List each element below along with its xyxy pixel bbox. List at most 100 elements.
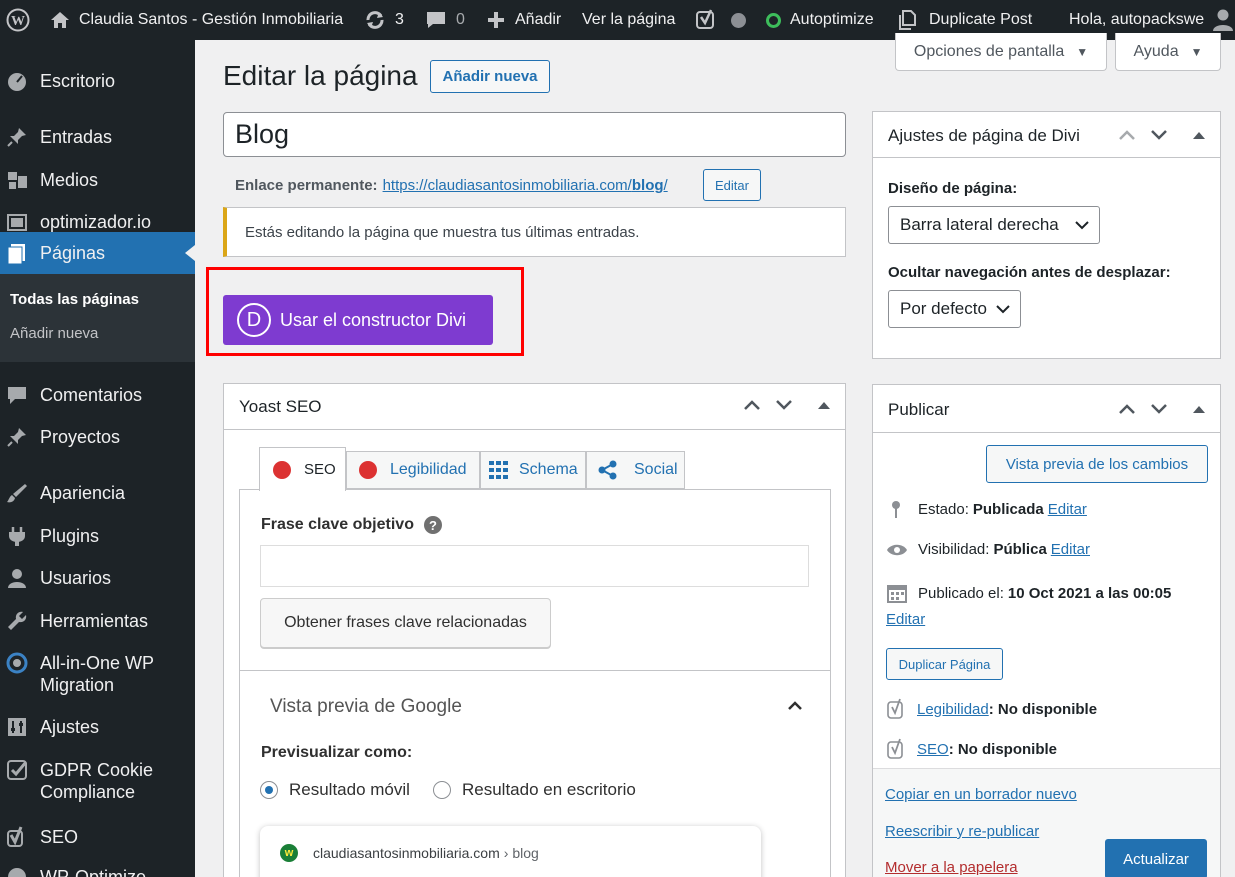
- site-favicon-icon: w: [280, 844, 298, 862]
- copy-to-draft-link[interactable]: Copiar en un borrador nuevo: [885, 786, 1077, 803]
- wrench-icon: [8, 611, 27, 630]
- edit-permalink-button[interactable]: Editar: [703, 169, 761, 201]
- help-icon[interactable]: ?: [423, 516, 442, 534]
- snippet-url-row: w claudiasantosinmobiliaria.com › blog: [280, 844, 539, 862]
- view-page-link[interactable]: Ver la página: [582, 0, 675, 40]
- sidebar-item-herramientas[interactable]: Herramientas: [0, 610, 195, 632]
- page-layout-select[interactable]: Barra lateral derecha: [888, 206, 1100, 244]
- sidebar-item-seo[interactable]: SEO: [0, 826, 195, 848]
- sidebar-item-gdpr-cookie-compliance[interactable]: GDPR Cookie Compliance: [0, 759, 195, 803]
- desktop-result-label: Resultado en escritorio: [462, 780, 636, 799]
- sidebar-item-wp-optimize[interactable]: WP-Optimize: [0, 866, 195, 877]
- new-content-link[interactable]: Añadir: [487, 0, 561, 40]
- move-down-icon[interactable]: [775, 399, 793, 411]
- publish-box-title: Publicar: [888, 400, 950, 419]
- sidebar-item-escritorio[interactable]: Escritorio: [0, 70, 195, 92]
- move-up-icon[interactable]: [1118, 403, 1136, 415]
- sidebar-item-optimizador-io[interactable]: optimizador.io: [0, 211, 195, 233]
- tab-schema-label: Schema: [519, 461, 578, 478]
- help-glyph: ?: [428, 517, 437, 533]
- desktop-result-radio[interactable]: Resultado en escritorio: [433, 780, 636, 800]
- tab-social[interactable]: Social: [586, 451, 685, 489]
- duplicate-page-button[interactable]: Duplicar Página: [886, 648, 1003, 680]
- chevron-up-icon[interactable]: [787, 700, 803, 711]
- hide-nav-label: Ocultar navegación antes de desplazar:: [888, 264, 1171, 281]
- collapse-toggle-icon[interactable]: [1193, 405, 1205, 413]
- permalink-link[interactable]: https://claudiasantosinmobiliaria.com/bl…: [383, 177, 668, 194]
- post-title-input[interactable]: Blog: [223, 112, 846, 157]
- pin-icon: [892, 501, 900, 518]
- move-down-icon[interactable]: [1150, 129, 1168, 141]
- sidebar-item-medios[interactable]: Medios: [0, 169, 195, 191]
- tab-seo[interactable]: SEO: [259, 447, 346, 491]
- preview-changes-button[interactable]: Vista previa de los cambios: [986, 445, 1208, 483]
- sidebar-item-label: Comentarios: [40, 385, 143, 405]
- sidebar-item-all-in-one-wp-migration[interactable]: All-in-One WP Migration: [0, 652, 195, 696]
- add-new-page-button[interactable]: Añadir nueva: [430, 60, 550, 93]
- settings-icon: [8, 718, 26, 736]
- notice-text: Estás editando la página que muestra tus…: [245, 223, 640, 241]
- yoast-adminbar-icon[interactable]: [695, 0, 717, 40]
- edit-status-link[interactable]: Editar: [1048, 501, 1087, 518]
- submenu-all-pages[interactable]: Todas las páginas: [10, 291, 139, 308]
- pin-icon: [7, 428, 26, 447]
- mobile-result-radio[interactable]: Resultado móvil: [260, 780, 410, 800]
- move-to-trash-link[interactable]: Mover a la papelera: [885, 859, 1018, 876]
- current-menu-arrow: [185, 245, 195, 261]
- sidebar-item-páginas[interactable]: Páginas: [0, 232, 195, 274]
- collapse-toggle-icon[interactable]: [818, 401, 830, 409]
- media-icon: [8, 172, 27, 189]
- edit-visibility-link[interactable]: Editar: [1051, 541, 1090, 558]
- chevron-down-icon: [1075, 221, 1089, 230]
- collapse-toggle-icon[interactable]: [1193, 131, 1205, 139]
- update-button[interactable]: Actualizar: [1105, 839, 1207, 877]
- help-label: Ayuda: [1133, 42, 1179, 60]
- updates-link[interactable]: 3: [364, 0, 404, 40]
- calendar-icon: [887, 585, 907, 603]
- yoast-box-title: Yoast SEO: [239, 397, 322, 416]
- sidebar-item-label: Usuarios: [40, 568, 112, 588]
- google-preview-heading[interactable]: Vista previa de Google: [270, 696, 462, 718]
- home-icon: [51, 12, 69, 28]
- submenu-add-new[interactable]: Añadir nueva: [10, 325, 98, 342]
- site-name-link[interactable]: Claudia Santos - Gestión Inmobiliaria: [50, 0, 343, 40]
- tab-schema[interactable]: Schema: [480, 451, 586, 489]
- optimize-icon: [8, 868, 26, 877]
- plus-icon: [488, 12, 504, 28]
- tab-readability[interactable]: Legibilidad: [346, 451, 480, 489]
- yoast-icon: [887, 698, 903, 719]
- sidebar-item-usuarios[interactable]: Usuarios: [0, 567, 195, 589]
- rewrite-republish-link[interactable]: Reescribir y re-publicar: [885, 823, 1039, 840]
- status-label: Estado:: [918, 500, 969, 518]
- migration-icon: [6, 652, 28, 674]
- eye-icon: [887, 544, 907, 555]
- edit-date-link[interactable]: Editar: [886, 611, 925, 628]
- divi-builder-button[interactable]: D Usar el constructor Divi: [223, 295, 493, 345]
- readability-link[interactable]: Legibilidad: [917, 701, 989, 718]
- focus-keyphrase-input[interactable]: [260, 545, 809, 587]
- hide-nav-select[interactable]: Por defecto: [888, 290, 1021, 328]
- visibility-row: Visibilidad: Pública Editar: [886, 541, 1090, 558]
- sidebar-item-ajustes[interactable]: Ajustes: [0, 716, 195, 738]
- move-up-icon[interactable]: [1118, 129, 1136, 141]
- visibility-value: Pública: [993, 541, 1047, 558]
- seo-score-value: : No disponible: [948, 740, 1058, 758]
- tab-social-label: Social: [634, 461, 678, 478]
- sidebar-item-entradas[interactable]: Entradas: [0, 126, 195, 148]
- sidebar-item-plugins[interactable]: Plugins: [0, 525, 195, 547]
- screen-options-button[interactable]: Opciones de pantalla ▼: [895, 33, 1107, 71]
- duplicate-icon: [899, 10, 916, 30]
- move-up-icon[interactable]: [743, 399, 761, 411]
- comments-link[interactable]: 0: [425, 0, 465, 40]
- add-new-label: Añadir: [515, 11, 562, 28]
- sidebar-item-apariencia[interactable]: Apariencia: [0, 482, 195, 504]
- seo-score-link[interactable]: SEO: [917, 741, 949, 758]
- autoptimize-link[interactable]: Autoptimize: [766, 0, 874, 40]
- move-down-icon[interactable]: [1150, 403, 1168, 415]
- sidebar-item-comentarios[interactable]: Comentarios: [0, 384, 195, 406]
- divi-logo-icon: D: [237, 303, 271, 337]
- wordpress-logo-icon[interactable]: W: [6, 0, 30, 40]
- related-keyphrases-button[interactable]: Obtener frases clave relacionadas: [260, 598, 551, 648]
- help-button[interactable]: Ayuda ▼: [1115, 33, 1221, 71]
- sidebar-item-proyectos[interactable]: Proyectos: [0, 426, 195, 448]
